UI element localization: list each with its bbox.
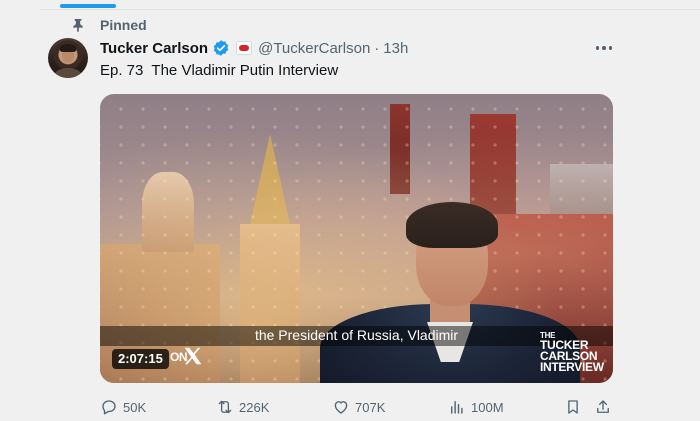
avatar[interactable] — [48, 38, 88, 78]
repost-button[interactable]: 226K — [216, 396, 269, 418]
share-icon — [597, 400, 609, 413]
pinned-indicator: Pinned — [71, 16, 147, 34]
views-button[interactable]: 100M — [448, 396, 504, 418]
repost-count: 226K — [239, 399, 270, 415]
video-duration: 2:07:15 — [112, 349, 169, 369]
repost-icon — [218, 400, 232, 414]
active-tab-indicator — [60, 4, 116, 8]
heart-icon — [334, 401, 348, 414]
like-button[interactable]: 707K — [332, 396, 385, 418]
separator-dot: · — [374, 39, 380, 57]
reply-count: 50K — [123, 399, 147, 415]
speaker-hair — [406, 202, 498, 248]
view-count: 100M — [471, 399, 504, 415]
bookmark-button[interactable] — [564, 396, 582, 418]
affiliation-badge-icon[interactable] — [236, 41, 253, 55]
video-player[interactable]: the President of Russia, Vladimir 2:07:1… — [100, 94, 613, 383]
top-divider — [40, 9, 700, 10]
bookmark-icon — [568, 400, 578, 414]
tweet-actions: 50K 226K 707K 100M — [100, 396, 615, 418]
display-name[interactable]: Tucker Carlson — [100, 40, 208, 57]
show-watermark: THE TUCKER CARLSON INTERVIEW — [540, 331, 604, 374]
reply-icon — [102, 400, 116, 415]
pinned-label: Pinned — [100, 17, 147, 33]
tweet-text: Ep. 73 The Vladimir Putin Interview — [100, 62, 339, 79]
more-options-button[interactable] — [592, 38, 616, 58]
share-button[interactable] — [594, 396, 612, 418]
like-count: 707K — [355, 399, 386, 415]
timestamp[interactable]: 13h — [383, 40, 408, 57]
verified-badge-icon[interactable] — [212, 39, 230, 57]
tweet-header: Tucker Carlson @TuckerCarlson · 13h — [100, 38, 408, 58]
views-chart-icon — [451, 401, 463, 414]
more-icon — [595, 46, 600, 50]
reply-button[interactable]: 50K — [100, 396, 146, 418]
pin-icon — [71, 17, 85, 33]
video-caption: the President of Russia, Vladimir — [254, 327, 459, 343]
user-handle[interactable]: @TuckerCarlson — [258, 40, 370, 57]
x-logo-icon — [184, 347, 202, 365]
